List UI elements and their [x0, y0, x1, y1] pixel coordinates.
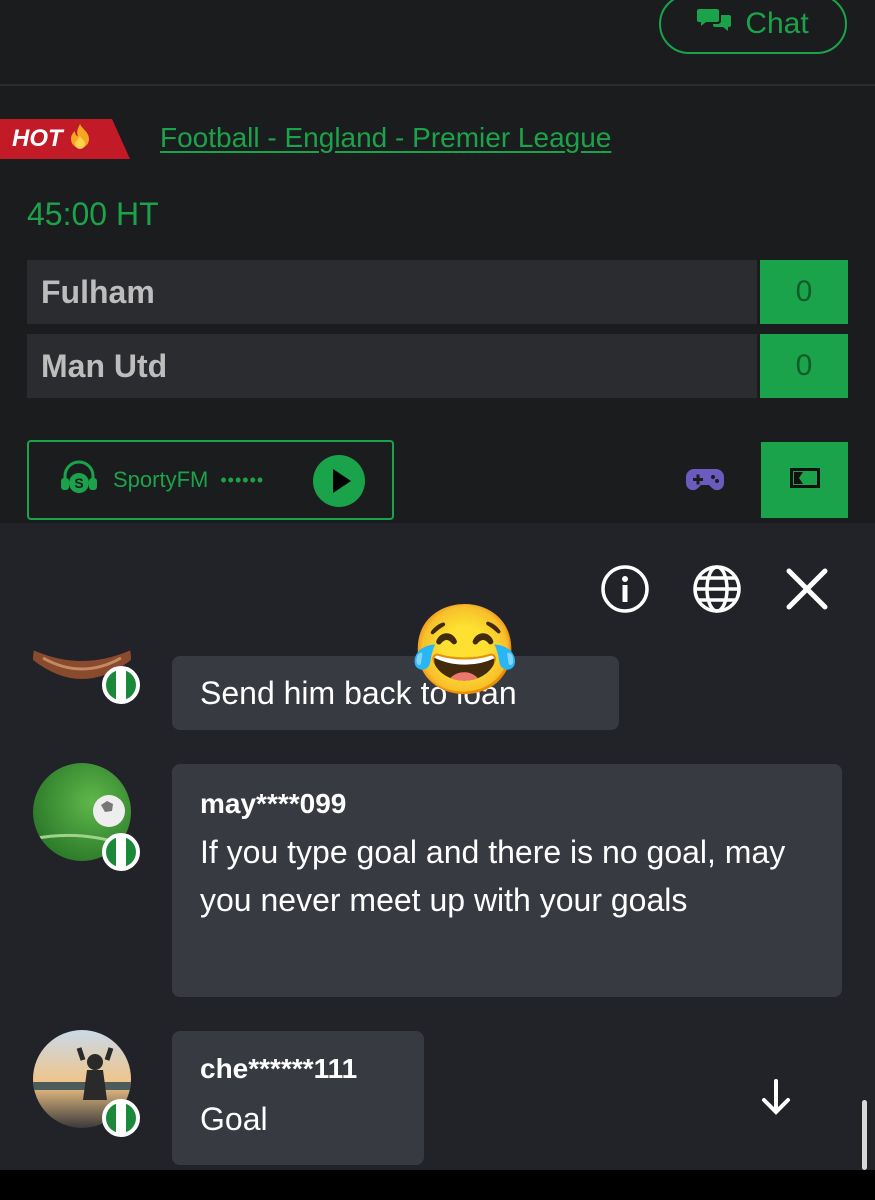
chat-button[interactable]: Chat: [659, 0, 847, 54]
fire-icon: [69, 123, 91, 155]
team-score: 0: [760, 334, 848, 398]
hot-badge: HOT: [0, 119, 130, 159]
nigeria-flag-icon: [102, 1099, 140, 1137]
hot-label: HOT: [12, 125, 63, 152]
info-icon: [600, 564, 650, 619]
gamepad-icon[interactable]: [684, 466, 726, 499]
globe-icon: [692, 564, 742, 619]
scroll-to-bottom-button[interactable]: [754, 1075, 798, 1124]
divider: [0, 84, 875, 86]
svg-text:S: S: [74, 475, 83, 491]
match-time: 45:00 HT: [27, 196, 159, 232]
chat-message: Send him back to loan: [172, 656, 619, 730]
chat-button-label: Chat: [745, 7, 809, 40]
nigeria-flag-icon: [102, 833, 140, 871]
team-score: 0: [760, 260, 848, 324]
sportyfm-logo-icon: S: [59, 458, 99, 502]
team-row-home: Fulham: [27, 260, 757, 324]
language-button[interactable]: [692, 564, 742, 619]
message-username: may****099: [200, 788, 347, 819]
close-icon: [784, 566, 830, 617]
close-button[interactable]: [782, 566, 832, 616]
team-name: Man Utd: [41, 347, 168, 384]
screen-icon: [789, 467, 820, 493]
arrow-down-icon: [762, 1079, 790, 1115]
chat-scrollbar[interactable]: [862, 1100, 867, 1170]
bottom-bar: [0, 1170, 875, 1200]
sportyfm-player[interactable]: S SportyFM ••••••: [27, 440, 394, 520]
audio-level-dots: ••••••: [220, 469, 265, 490]
chat-bubbles-icon: [697, 7, 732, 41]
message-username: che******111: [200, 1053, 358, 1084]
play-button[interactable]: [313, 455, 365, 507]
fullscreen-button[interactable]: [761, 442, 848, 518]
info-button[interactable]: [600, 564, 650, 619]
sportyfm-label: SportyFM: [113, 467, 209, 492]
chat-message: may****099 If you type goal and there is…: [172, 764, 842, 997]
nigeria-flag-icon: [102, 666, 140, 704]
message-text: If you type goal and there is no goal, m…: [200, 834, 786, 918]
laughing-emoji-icon: 😂: [410, 600, 520, 699]
team-name: Fulham: [41, 273, 155, 310]
team-row-away: Man Utd: [27, 334, 757, 398]
league-link[interactable]: Football - England - Premier League: [160, 122, 611, 154]
chat-message: che******111 Goal: [172, 1031, 424, 1165]
message-text: Goal: [200, 1101, 268, 1137]
match-header: Chat HOT Football - England - Premier Le…: [0, 0, 875, 523]
